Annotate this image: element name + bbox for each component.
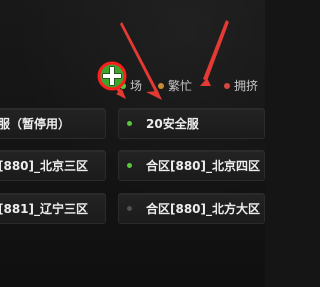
server-card-left-3[interactable]: [881]_辽宁三区: [0, 193, 106, 224]
server-select-panel: 场 繁忙 拥挤 服（暂停用） [880]_北京三区 [881]_辽宁三区 20安…: [0, 0, 265, 287]
server-name: 20安全服: [146, 116, 199, 131]
legend-busy-label: 繁忙: [168, 79, 193, 93]
legend-smooth-label: 场: [130, 79, 143, 93]
server-status-dot: [127, 206, 132, 211]
legend-crowded-dot: [224, 83, 230, 89]
red-arrow-icon: [200, 20, 229, 86]
server-name: 合区[880]_北京四区: [146, 158, 261, 173]
legend-crowded: 拥挤: [224, 78, 258, 94]
legend-smooth: 场: [120, 78, 142, 94]
legend-busy: 繁忙: [158, 78, 192, 94]
annotation-overlay: [97, 20, 229, 100]
server-status-dot: [127, 121, 132, 126]
server-name: 服（暂停用）: [0, 116, 71, 131]
server-name: [880]_北京三区: [0, 158, 89, 173]
server-name: [881]_辽宁三区: [0, 201, 89, 216]
server-card-left-2[interactable]: [880]_北京三区: [0, 150, 106, 181]
server-card-north-region[interactable]: 合区[880]_北方大区: [118, 193, 265, 224]
server-name: 合区[880]_北方大区: [146, 201, 261, 216]
server-status-dot: [127, 163, 132, 168]
server-card-left-1[interactable]: 服（暂停用）: [0, 108, 106, 139]
legend-busy-dot: [158, 83, 164, 89]
server-card-20-safe[interactable]: 20安全服: [118, 108, 265, 139]
legend-smooth-dot: [120, 83, 126, 89]
server-card-beijing-four[interactable]: 合区[880]_北京四区: [118, 150, 265, 181]
legend-crowded-label: 拥挤: [234, 79, 259, 93]
